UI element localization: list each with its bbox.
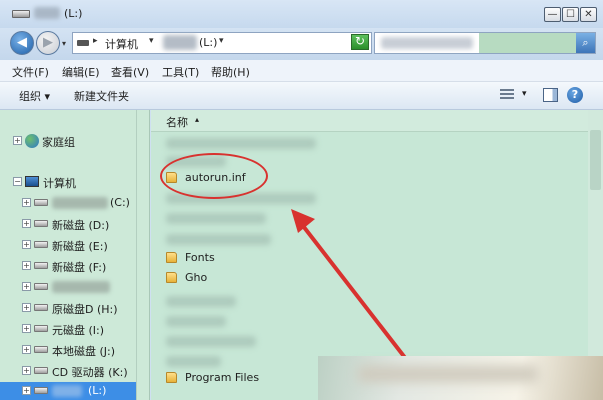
overlay-popup [318, 356, 603, 400]
annotation-arrow [291, 209, 432, 392]
blurred-popup-content [358, 366, 538, 382]
